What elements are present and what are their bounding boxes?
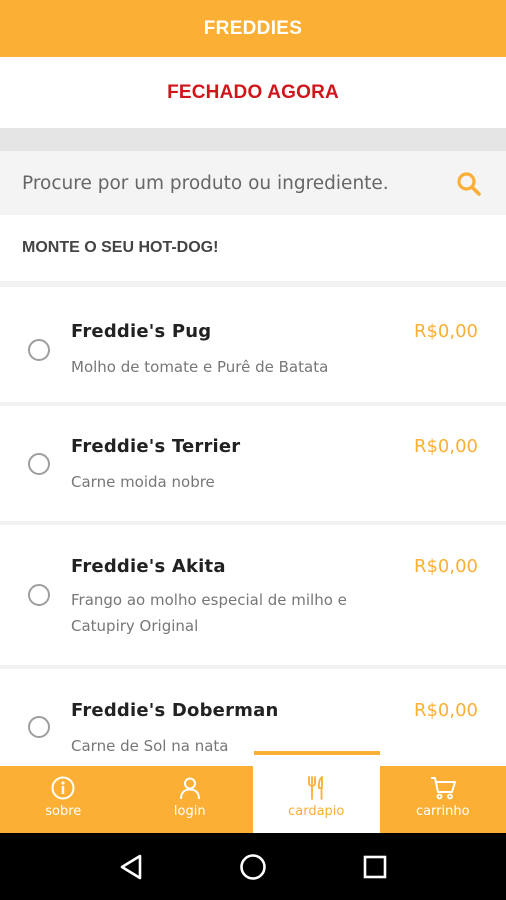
product-item[interactable]: Freddie's Pug R$0,00 Molho de tomate e P… bbox=[0, 287, 506, 402]
product-item[interactable]: Freddie's Akita R$0,00 Frango ao molho e… bbox=[0, 525, 506, 665]
search-button[interactable] bbox=[454, 169, 484, 199]
back-button[interactable] bbox=[111, 847, 151, 887]
info-icon bbox=[51, 776, 75, 800]
home-button[interactable] bbox=[233, 847, 273, 887]
active-tab-indicator bbox=[254, 751, 380, 755]
tab-cardapio[interactable]: cardapio bbox=[253, 766, 380, 833]
product-item[interactable]: Freddie's Terrier R$0,00 Carne moida nob… bbox=[0, 406, 506, 521]
product-description: Frango ao molho especial de milho e Catu… bbox=[71, 591, 347, 635]
search-icon bbox=[457, 172, 481, 196]
tab-carrinho[interactable]: carrinho bbox=[380, 766, 506, 833]
product-radio[interactable] bbox=[28, 716, 50, 738]
tab-label: carrinho bbox=[415, 804, 470, 819]
cart-icon bbox=[430, 777, 456, 800]
tab-label: sobre bbox=[45, 804, 82, 819]
product-price: R$0,00 bbox=[413, 321, 478, 342]
product-radio[interactable] bbox=[28, 584, 50, 606]
section-title: MONTE O SEU HOT-DOG! bbox=[22, 239, 219, 256]
product-radio[interactable] bbox=[28, 453, 50, 475]
app-title: FREDDIES bbox=[203, 17, 303, 39]
back-triangle-icon bbox=[120, 854, 142, 879]
search-bar bbox=[0, 151, 506, 215]
tab-label: login bbox=[173, 804, 206, 819]
product-description: Carne moida nobre bbox=[71, 473, 215, 491]
tab-login[interactable]: login bbox=[127, 766, 254, 833]
product-name: Freddie's Pug bbox=[71, 321, 212, 342]
store-status-text: FECHADO AGORA bbox=[167, 81, 339, 103]
bottom-tab-bar: sobre login cardapio carrinho bbox=[0, 766, 506, 833]
product-price: R$0,00 bbox=[413, 436, 478, 457]
product-radio[interactable] bbox=[28, 339, 50, 361]
product-price: R$0,00 bbox=[413, 700, 478, 721]
system-nav-bar bbox=[0, 833, 506, 900]
home-circle-icon bbox=[240, 853, 266, 880]
user-icon bbox=[179, 777, 200, 800]
product-list[interactable]: Freddie's Pug R$0,00 Molho de tomate e P… bbox=[0, 281, 506, 766]
product-item[interactable]: Freddie's Doberman R$0,00 Carne de Sol n… bbox=[0, 669, 506, 766]
product-description: Molho de tomate e Purê de Batata bbox=[71, 358, 329, 376]
product-price: R$0,00 bbox=[413, 556, 478, 577]
product-name: Freddie's Terrier bbox=[71, 436, 241, 457]
divider bbox=[0, 128, 506, 151]
app-header: FREDDIES bbox=[0, 0, 506, 57]
tab-label: cardapio bbox=[288, 804, 345, 819]
recents-button[interactable] bbox=[355, 847, 395, 887]
store-status-bar: FECHADO AGORA bbox=[0, 57, 506, 128]
section-header: MONTE O SEU HOT-DOG! bbox=[0, 215, 506, 281]
tab-sobre[interactable]: sobre bbox=[0, 766, 127, 833]
cutlery-icon bbox=[308, 776, 324, 800]
search-input[interactable] bbox=[0, 151, 440, 215]
product-name: Freddie's Doberman bbox=[71, 700, 279, 721]
product-description: Carne de Sol na nata bbox=[71, 737, 229, 755]
recents-square-icon bbox=[363, 855, 387, 878]
product-name: Freddie's Akita bbox=[71, 556, 226, 577]
